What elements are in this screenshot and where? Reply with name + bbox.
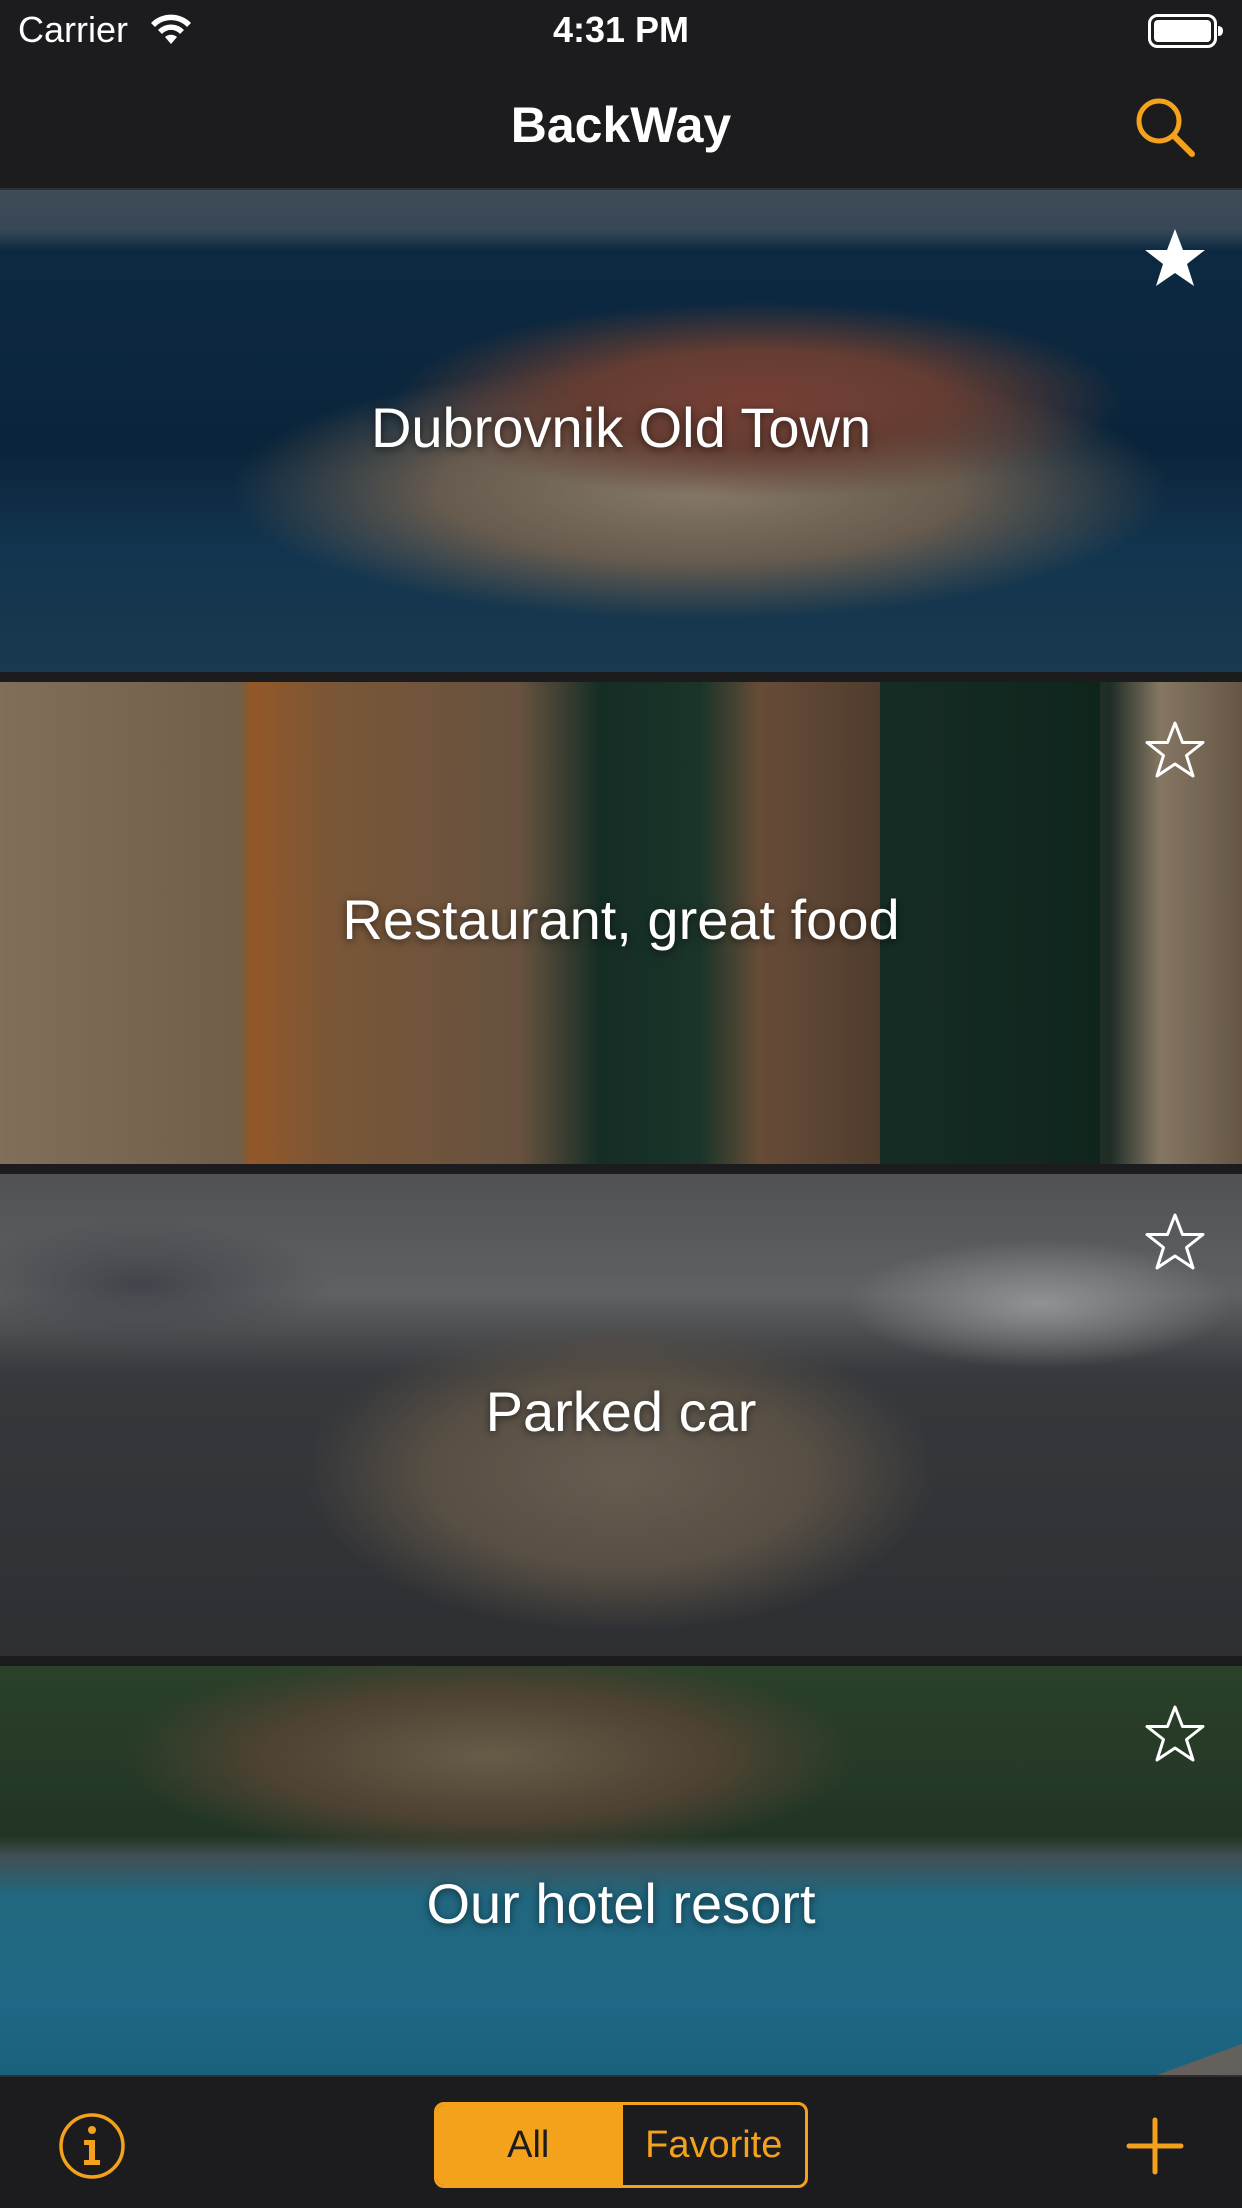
- star-outline-icon[interactable]: [1142, 718, 1208, 784]
- segment-favorite[interactable]: Favorite: [619, 2105, 806, 2185]
- status-bar: Carrier 4:31 PM: [0, 0, 1242, 60]
- search-icon[interactable]: [1132, 94, 1198, 160]
- place-card-hotel-resort[interactable]: Our hotel resort: [0, 1666, 1242, 2075]
- clock: 4:31 PM: [552, 9, 690, 50]
- segment-all[interactable]: All: [437, 2105, 620, 2185]
- place-title: Our hotel resort: [426, 1872, 816, 1935]
- page-title: BackWay: [510, 97, 732, 153]
- star-outline-icon[interactable]: [1142, 1210, 1208, 1276]
- place-card-parked-car[interactable]: Parked car: [0, 1174, 1242, 1656]
- place-title: Restaurant, great food: [342, 888, 900, 951]
- places-list: Dubrovnik Old Town Restaurant, great foo…: [0, 190, 1242, 2075]
- star-outline-icon[interactable]: [1142, 1702, 1208, 1768]
- info-icon[interactable]: [58, 2112, 126, 2180]
- plus-icon[interactable]: [1126, 2117, 1184, 2175]
- bottom-toolbar: All Favorite: [0, 2075, 1242, 2208]
- filter-segmented-control: All Favorite: [434, 2102, 808, 2188]
- place-card-dubrovnik[interactable]: Dubrovnik Old Town: [0, 190, 1242, 672]
- battery-icon: [1148, 14, 1223, 48]
- place-title: Dubrovnik Old Town: [370, 396, 872, 459]
- place-title: Parked car: [485, 1380, 757, 1443]
- place-card-restaurant[interactable]: Restaurant, great food: [0, 682, 1242, 1164]
- navigation-bar: BackWay: [0, 60, 1242, 190]
- star-filled-icon[interactable]: [1142, 226, 1208, 292]
- app-screen: Carrier 4:31 PM BackWay Dubrovnik Old To…: [0, 0, 1242, 2208]
